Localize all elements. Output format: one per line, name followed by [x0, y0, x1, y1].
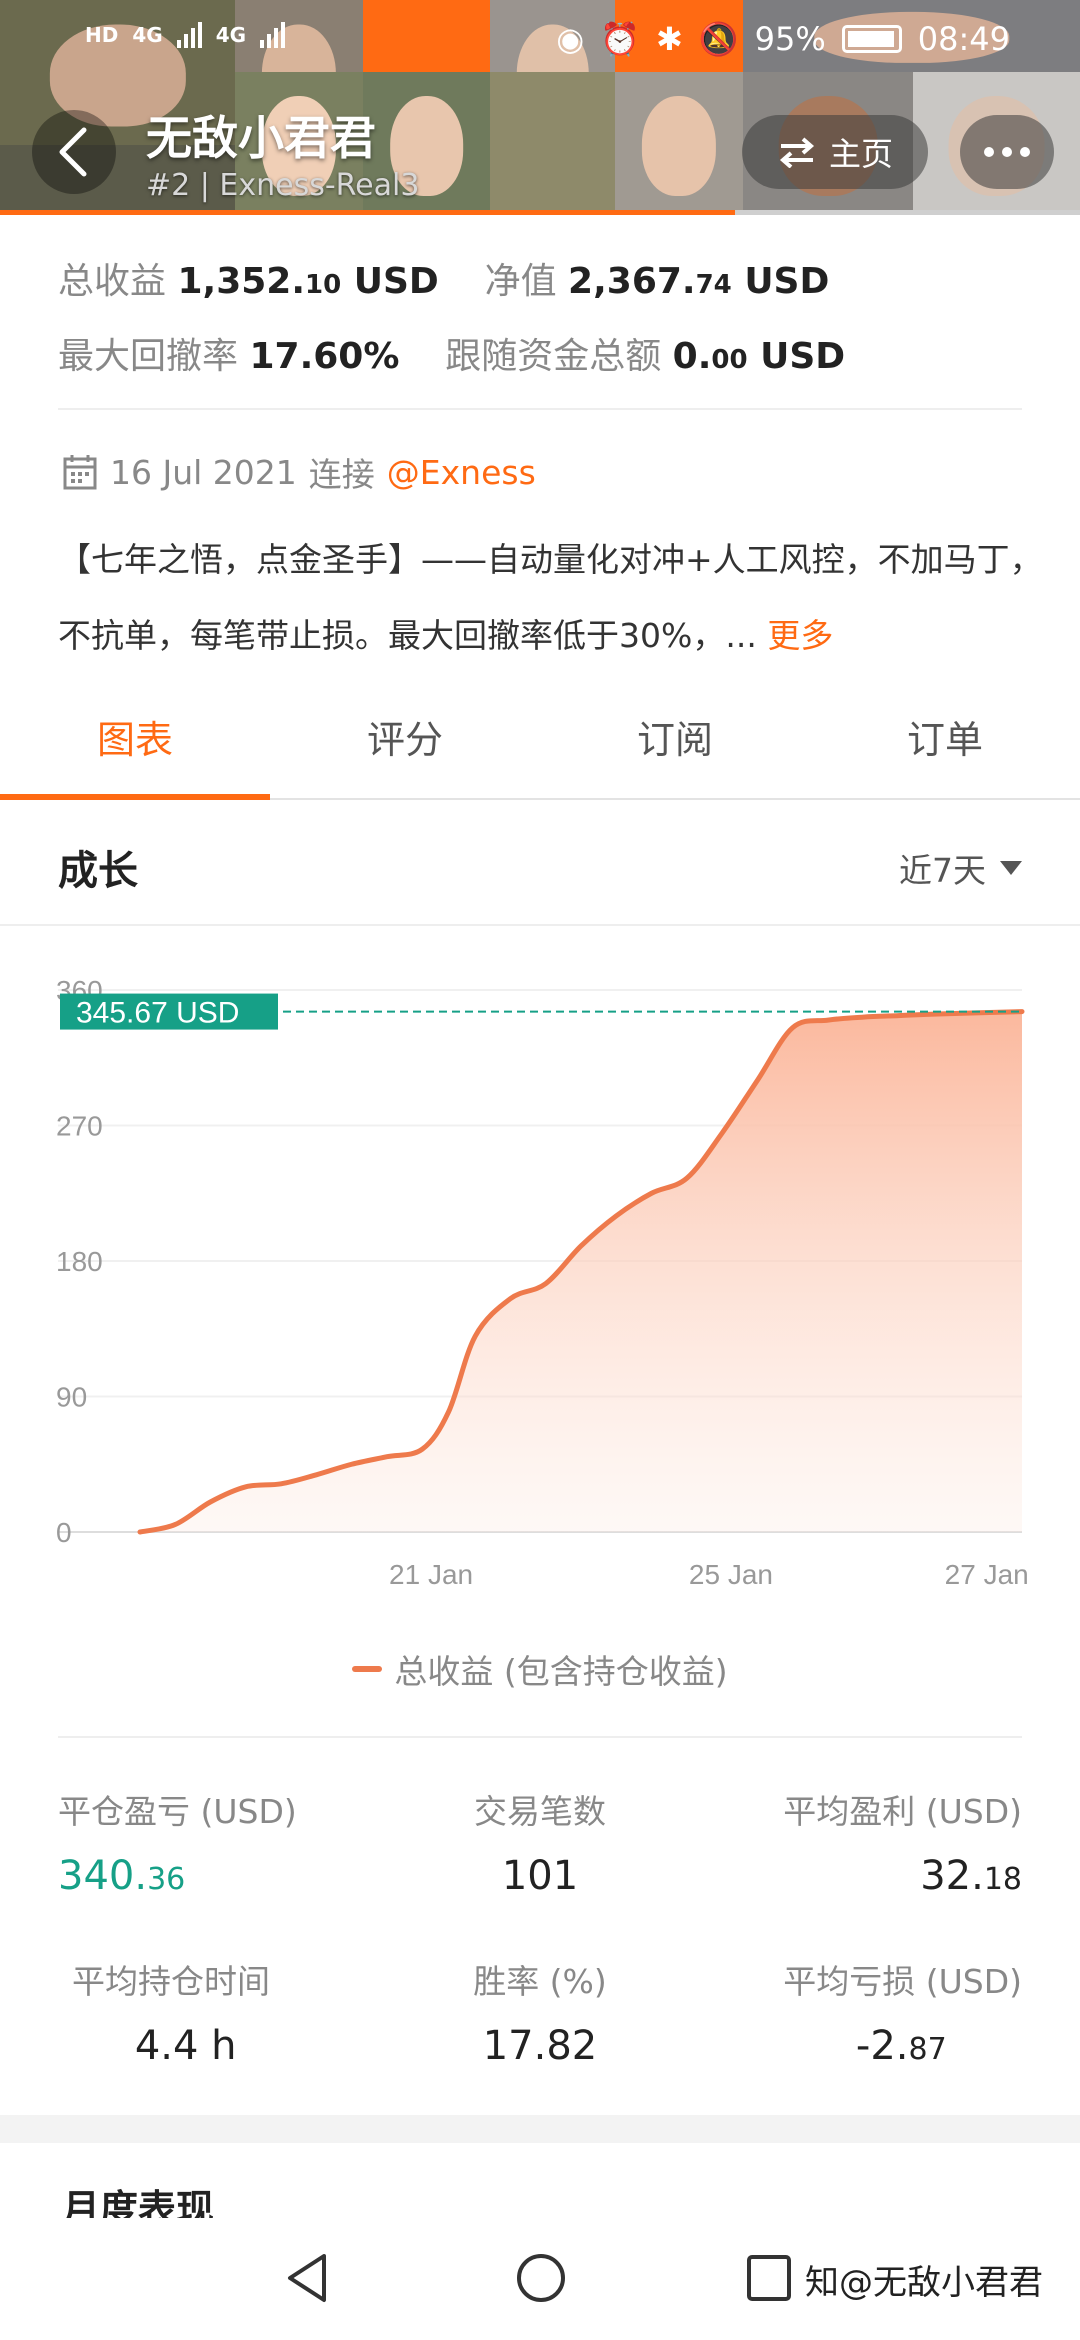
caret-down-icon	[1000, 861, 1022, 875]
profile-header: HD 4G 4G ◉ ⏰ ✱ 🔕 95% 08:49 无敌小君君 #2 | Ex…	[0, 0, 1080, 215]
legend-swatch	[352, 1666, 383, 1672]
battery-icon	[841, 25, 902, 53]
swap-icon	[779, 137, 815, 168]
mute-icon: 🔕	[698, 20, 739, 58]
total-profit-label: 总收益	[58, 261, 167, 302]
x-tick-label: 21 Jan	[389, 1559, 473, 1590]
follow-funds-value: 0.00 USD	[672, 336, 846, 377]
eye-icon: ◉	[556, 20, 585, 58]
stats-row-1: 总收益 1,352.10 USD 净值 2,367.74 USD	[58, 252, 829, 304]
alarm-icon: ⏰	[600, 20, 640, 58]
connection-text: 连接	[308, 455, 375, 494]
y-tick-label: 0	[56, 1517, 72, 1548]
section-separator	[0, 2115, 1080, 2143]
signal-icon	[260, 22, 286, 48]
total-profit-value: 1,352.10 USD	[177, 261, 439, 302]
dot	[984, 147, 994, 157]
home-label: 主页	[828, 135, 893, 173]
growth-chart: 090180270360 21 Jan 25 Jan 27 Jan 345.67 U…	[56, 975, 1029, 1590]
broker-link[interactable]: @Exness	[387, 453, 536, 492]
dot	[1002, 147, 1012, 157]
divider	[58, 1736, 1022, 1738]
monthly-performance-title: 月度表现	[62, 2187, 215, 2218]
tab-chart[interactable]: 图表	[0, 700, 270, 800]
x-tick-label: 25 Jan	[689, 1559, 773, 1590]
account-info: #2 | Exness-Real3	[146, 168, 420, 203]
strategy-description: 【七年之悟，点金圣手】——自动量化对冲+人工风控，不加马丁，不抗单，每笔带止损。…	[58, 522, 1058, 674]
nav-recents-icon[interactable]	[744, 2250, 794, 2306]
network-type: 4G	[215, 23, 247, 47]
metric-closed-pnl: 平仓盈亏 (USD) 340.36	[58, 1792, 297, 1899]
y-tick-label: 270	[56, 1111, 103, 1142]
x-axis: 21 Jan 25 Jan 27 Jan	[389, 1559, 1029, 1590]
legend-label: 总收益 (包含持仓收益)	[394, 1652, 728, 1691]
watermark: 知@无敌小君君	[805, 2263, 1043, 2303]
dot	[1020, 147, 1030, 157]
chart-legend: 总收益 (包含持仓收益)	[0, 1645, 1080, 1693]
tab-subscribe[interactable]: 订阅	[540, 700, 810, 798]
clock: 08:49	[917, 20, 1010, 58]
avatar-photo	[490, 72, 615, 215]
signal-icon	[176, 22, 202, 48]
equity-value: 2,367.74 USD	[568, 261, 830, 302]
avatar-photo	[615, 72, 743, 215]
metric-trade-count: 交易笔数 101	[473, 1792, 606, 1899]
equity-label: 净值	[484, 261, 557, 302]
calendar-icon	[63, 455, 97, 490]
status-bar: HD 4G 4G ◉ ⏰ ✱ 🔕 95% 08:49	[0, 0, 1080, 80]
read-more-link[interactable]: 更多	[767, 616, 833, 655]
growth-section-header: 成长 近7天	[0, 802, 1080, 926]
x-tick-label: 27 Jan	[945, 1559, 1029, 1590]
follow-funds-label: 跟随资金总额	[445, 336, 662, 377]
y-axis: 090180270360	[56, 975, 103, 1548]
more-button[interactable]	[960, 115, 1054, 189]
divider	[58, 408, 1022, 410]
description-text: 【七年之悟，点金圣手】——自动量化对冲+人工风控，不加马丁，不抗单，每笔带止损。…	[58, 540, 1043, 655]
period-dropdown[interactable]: 近7天	[899, 844, 1022, 892]
growth-area	[140, 1011, 1022, 1532]
max-drawdown-label: 最大回撤率	[58, 336, 239, 377]
trading-metrics: 平仓盈亏 (USD) 340.36 交易笔数 101 平均盈利 (USD) 32…	[58, 1785, 1022, 2075]
nav-home-icon[interactable]	[514, 2250, 568, 2306]
y-tick-label: 180	[56, 1246, 103, 1277]
stats-row-2: 最大回撤率 17.60% 跟随资金总额 0.00 USD	[58, 327, 845, 379]
header-strip	[735, 210, 1080, 215]
y-tick-label: 90	[56, 1382, 87, 1413]
home-button[interactable]: 主页	[742, 115, 928, 189]
metric-avg-loss: 平均亏损 (USD) -2.87	[783, 1962, 1022, 2069]
network-type: 4G	[132, 23, 163, 47]
nav-back-icon[interactable]	[282, 2250, 332, 2306]
period-label: 近7天	[899, 851, 986, 890]
max-drawdown-value: 17.60%	[249, 336, 400, 377]
metric-win-rate: 胜率 (%) 17.82	[473, 1962, 607, 2069]
battery-percent: 95%	[754, 20, 826, 58]
tab-rating[interactable]: 评分	[270, 700, 540, 798]
header-accent-strip	[0, 210, 735, 215]
bluetooth-icon: ✱	[656, 20, 683, 58]
connection-date: 16 Jul 2021	[110, 452, 297, 492]
tab-bar: 图表 评分 订阅 订单	[0, 700, 1080, 800]
trader-name: 无敌小君君	[146, 111, 376, 165]
tab-orders[interactable]: 订单	[810, 700, 1080, 798]
connection-info: 16 Jul 2021 连接 @Exness	[62, 448, 536, 496]
section-title: 成长	[58, 848, 138, 894]
back-button[interactable]	[32, 110, 116, 194]
chevron-left-icon	[59, 127, 87, 177]
metric-avg-hold-time: 平均持仓时间 4.4 h	[72, 1962, 270, 2069]
metric-avg-profit: 平均盈利 (USD) 32.18	[783, 1792, 1022, 1899]
hd-indicator: HD	[85, 23, 119, 47]
current-value-label: 345.67 USD	[76, 997, 239, 1030]
